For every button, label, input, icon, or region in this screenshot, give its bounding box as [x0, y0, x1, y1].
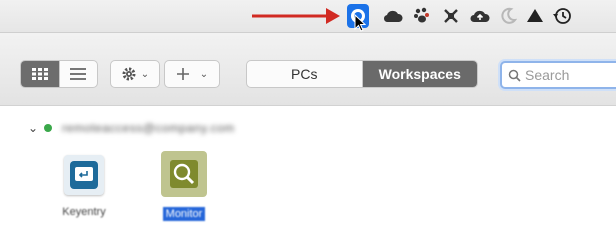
settings-menu-button[interactable]: ⌄ [110, 60, 160, 88]
cloud-icon[interactable] [383, 6, 403, 26]
add-menu-button[interactable]: ⌄ [164, 60, 220, 88]
search-input[interactable] [521, 67, 616, 83]
chevron-down-icon: ⌄ [140, 68, 150, 80]
workspace-item-keyentry[interactable]: Keyentry [44, 155, 124, 220]
tab-pcs[interactable]: PCs [247, 61, 362, 87]
workspace-group-header[interactable]: ⌄ remoteaccess@company.com [28, 121, 235, 135]
menu-bar [0, 0, 616, 33]
chevron-down-icon: ⌄ [199, 68, 209, 80]
gear-icon [122, 67, 136, 81]
upload-cloud-icon[interactable] [470, 6, 490, 26]
chevron-down-icon[interactable]: ⌄ [28, 121, 44, 135]
toolbar: ⌄ ⌄ PCs Workspaces [0, 33, 616, 106]
bug-icon[interactable] [441, 6, 461, 26]
mouse-cursor [354, 14, 366, 32]
view-mode-toggle [20, 60, 98, 88]
eject-icon[interactable] [525, 6, 545, 26]
remote-desktop-window: ⌄ ⌄ PCs Workspaces ⌄ remoteaccess@compan… [0, 33, 616, 242]
search-field[interactable] [500, 61, 616, 89]
status-indicator [44, 124, 52, 132]
item-label: Keyentry [62, 206, 106, 218]
group-name: remoteaccess@company.com [62, 121, 235, 135]
history-clock-icon[interactable] [552, 6, 572, 26]
red-arrow-annotation [252, 8, 340, 24]
moon-icon[interactable] [498, 6, 518, 26]
plus-icon [176, 68, 189, 80]
item-label: Monitor [162, 207, 206, 221]
tab-workspaces[interactable]: Workspaces [361, 61, 477, 87]
pcs-workspaces-tabs: PCs Workspaces [246, 60, 478, 88]
search-icon [508, 69, 521, 82]
paw-icon[interactable] [412, 6, 432, 26]
monitor-magnifier-icon [161, 151, 207, 197]
keyentry-app-icon [64, 155, 104, 195]
grid-view-icon[interactable] [21, 61, 59, 87]
workspace-item-monitor[interactable]: Monitor [144, 151, 224, 222]
list-view-icon[interactable] [58, 61, 98, 87]
